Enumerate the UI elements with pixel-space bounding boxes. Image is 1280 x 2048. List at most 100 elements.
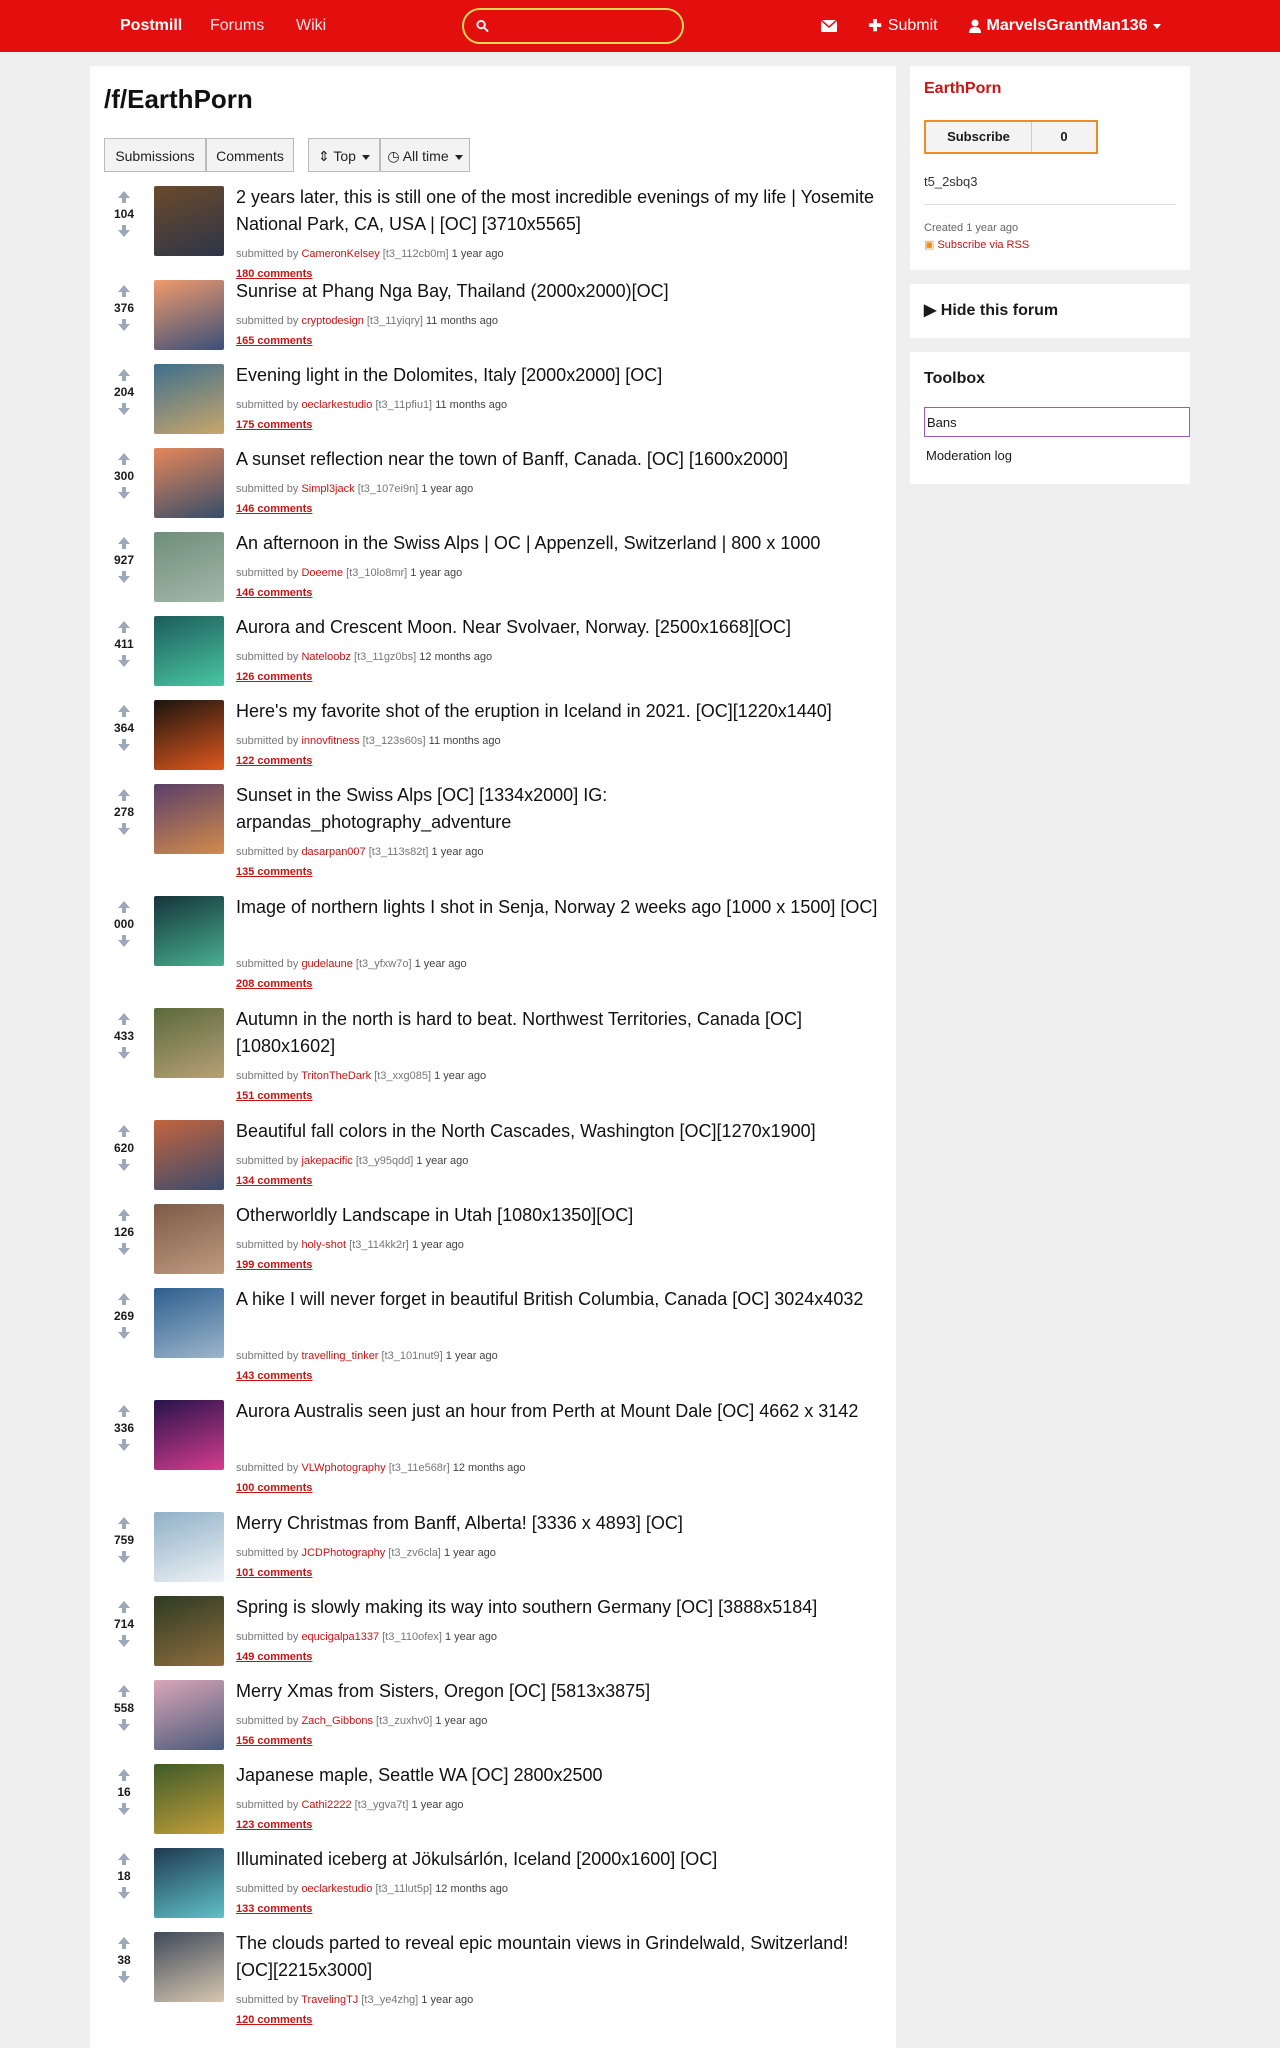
upvote-button[interactable] — [117, 1404, 131, 1418]
post-thumbnail[interactable] — [154, 616, 224, 686]
upvote-button[interactable] — [117, 1684, 131, 1698]
upvote-button[interactable] — [117, 704, 131, 718]
post-thumbnail[interactable] — [154, 1288, 224, 1358]
post-comments-link[interactable]: 100 comments — [236, 1482, 312, 1494]
post-thumbnail[interactable] — [154, 448, 224, 518]
upvote-button[interactable] — [117, 452, 131, 466]
post-title-link[interactable]: Illuminated iceberg at Jökulsárlón, Icel… — [236, 1846, 886, 1873]
rss-link[interactable]: ▣ Subscribe via RSS — [924, 238, 1029, 251]
downvote-button[interactable] — [117, 1634, 131, 1648]
nav-forums-link[interactable]: Forums — [196, 0, 278, 52]
post-comments-link[interactable]: 165 comments — [236, 335, 312, 347]
sidebar-forum-link[interactable]: EarthPorn — [924, 80, 1001, 98]
post-author-link[interactable]: VLWphotography — [301, 1462, 385, 1474]
post-thumbnail[interactable] — [154, 1120, 224, 1190]
nav-wiki-link[interactable]: Wiki — [282, 0, 340, 52]
tab-comments[interactable]: Comments — [206, 138, 294, 172]
post-author-link[interactable]: Zach_Gibbons — [301, 1715, 373, 1727]
post-title-link[interactable]: Aurora and Crescent Moon. Near Svolvaer,… — [236, 614, 886, 641]
post-author-link[interactable]: Cathi2222 — [301, 1799, 351, 1811]
upvote-button[interactable] — [117, 536, 131, 550]
post-author-link[interactable]: CameronKelsey — [301, 248, 379, 260]
post-thumbnail[interactable] — [154, 364, 224, 434]
post-comments-link[interactable]: 134 comments — [236, 1175, 312, 1187]
post-author-link[interactable]: oeclarkestudio — [301, 399, 372, 411]
post-author-link[interactable]: equcigalpa1337 — [301, 1631, 379, 1643]
post-author-link[interactable]: oeclarkestudio — [301, 1883, 372, 1895]
post-title-link[interactable]: 2 years later, this is still one of the … — [236, 184, 886, 238]
post-thumbnail[interactable] — [154, 1204, 224, 1274]
hide-forum-toggle[interactable]: ▶ Hide this forum — [924, 300, 1058, 320]
post-comments-link[interactable]: 208 comments — [236, 978, 312, 990]
post-title-link[interactable]: Sunset in the Swiss Alps [OC] [1334x2000… — [236, 782, 886, 836]
post-author-link[interactable]: gudelaune — [301, 958, 352, 970]
toolbox-modlog-link[interactable]: Moderation log — [924, 441, 1190, 471]
post-thumbnail[interactable] — [154, 1848, 224, 1918]
upvote-button[interactable] — [117, 1852, 131, 1866]
upvote-button[interactable] — [117, 620, 131, 634]
post-comments-link[interactable]: 175 comments — [236, 419, 312, 431]
upvote-button[interactable] — [117, 900, 131, 914]
upvote-button[interactable] — [117, 788, 131, 802]
downvote-button[interactable] — [117, 1326, 131, 1340]
downvote-button[interactable] — [117, 1242, 131, 1256]
hide-forum-card[interactable]: ▶ Hide this forum — [910, 284, 1190, 338]
post-comments-link[interactable]: 133 comments — [236, 1903, 312, 1915]
post-thumbnail[interactable] — [154, 896, 224, 966]
post-author-link[interactable]: cryptodesign — [301, 315, 363, 327]
post-thumbnail[interactable] — [154, 1680, 224, 1750]
subscribe-button[interactable]: Subscribe — [926, 122, 1032, 152]
post-comments-link[interactable]: 146 comments — [236, 587, 312, 599]
post-comments-link[interactable]: 122 comments — [236, 755, 312, 767]
messages-button[interactable] — [804, 0, 854, 52]
user-menu-button[interactable]: MarvelsGrantMan136 — [954, 0, 1176, 52]
tab-submissions[interactable]: Submissions — [104, 138, 206, 172]
toolbox-bans-link[interactable]: Bans — [924, 407, 1190, 437]
downvote-button[interactable] — [117, 822, 131, 836]
post-thumbnail[interactable] — [154, 1512, 224, 1582]
post-author-link[interactable]: holy-shot — [301, 1239, 346, 1251]
post-thumbnail[interactable] — [154, 1932, 224, 2002]
downvote-button[interactable] — [117, 1718, 131, 1732]
post-title-link[interactable]: Merry Xmas from Sisters, Oregon [OC] [58… — [236, 1678, 886, 1705]
downvote-button[interactable] — [117, 934, 131, 948]
sort-dropdown[interactable]: ⇕ Top — [308, 138, 380, 172]
downvote-button[interactable] — [117, 1886, 131, 1900]
post-author-link[interactable]: TritonTheDark — [301, 1070, 371, 1082]
post-author-link[interactable]: TravelingTJ — [301, 1994, 358, 2006]
downvote-button[interactable] — [117, 1438, 131, 1452]
post-comments-link[interactable]: 101 comments — [236, 1567, 312, 1579]
post-comments-link[interactable]: 146 comments — [236, 503, 312, 515]
submit-button[interactable]: ✚ Submit — [852, 0, 954, 52]
post-author-link[interactable]: JCDPhotography — [301, 1547, 385, 1559]
downvote-button[interactable] — [117, 654, 131, 668]
post-author-link[interactable]: Doeeme — [301, 567, 343, 579]
downvote-button[interactable] — [117, 318, 131, 332]
downvote-button[interactable] — [117, 1802, 131, 1816]
post-comments-link[interactable]: 149 comments — [236, 1651, 312, 1663]
post-author-link[interactable]: travelling_tinker — [301, 1350, 378, 1362]
upvote-button[interactable] — [117, 368, 131, 382]
post-thumbnail[interactable] — [154, 1596, 224, 1666]
upvote-button[interactable] — [117, 1124, 131, 1138]
post-title-link[interactable]: Here's my favorite shot of the eruption … — [236, 698, 886, 725]
post-comments-link[interactable]: 135 comments — [236, 866, 312, 878]
post-comments-link[interactable]: 126 comments — [236, 671, 312, 683]
upvote-button[interactable] — [117, 1012, 131, 1026]
post-comments-link[interactable]: 151 comments — [236, 1090, 312, 1102]
post-author-link[interactable]: Simpl3jack — [301, 483, 354, 495]
upvote-button[interactable] — [117, 1292, 131, 1306]
post-title-link[interactable]: Evening light in the Dolomites, Italy [2… — [236, 362, 886, 389]
post-author-link[interactable]: dasarpan007 — [301, 846, 365, 858]
time-dropdown[interactable]: ◷ All time — [380, 138, 470, 172]
upvote-button[interactable] — [117, 1600, 131, 1614]
post-thumbnail[interactable] — [154, 532, 224, 602]
post-title-link[interactable]: The clouds parted to reveal epic mountai… — [236, 1930, 886, 1984]
post-title-link[interactable]: Otherworldly Landscape in Utah [1080x135… — [236, 1202, 886, 1229]
downvote-button[interactable] — [117, 1970, 131, 1984]
downvote-button[interactable] — [117, 224, 131, 238]
upvote-button[interactable] — [117, 1768, 131, 1782]
downvote-button[interactable] — [117, 738, 131, 752]
post-thumbnail[interactable] — [154, 186, 224, 256]
post-title-link[interactable]: Beautiful fall colors in the North Casca… — [236, 1118, 886, 1145]
